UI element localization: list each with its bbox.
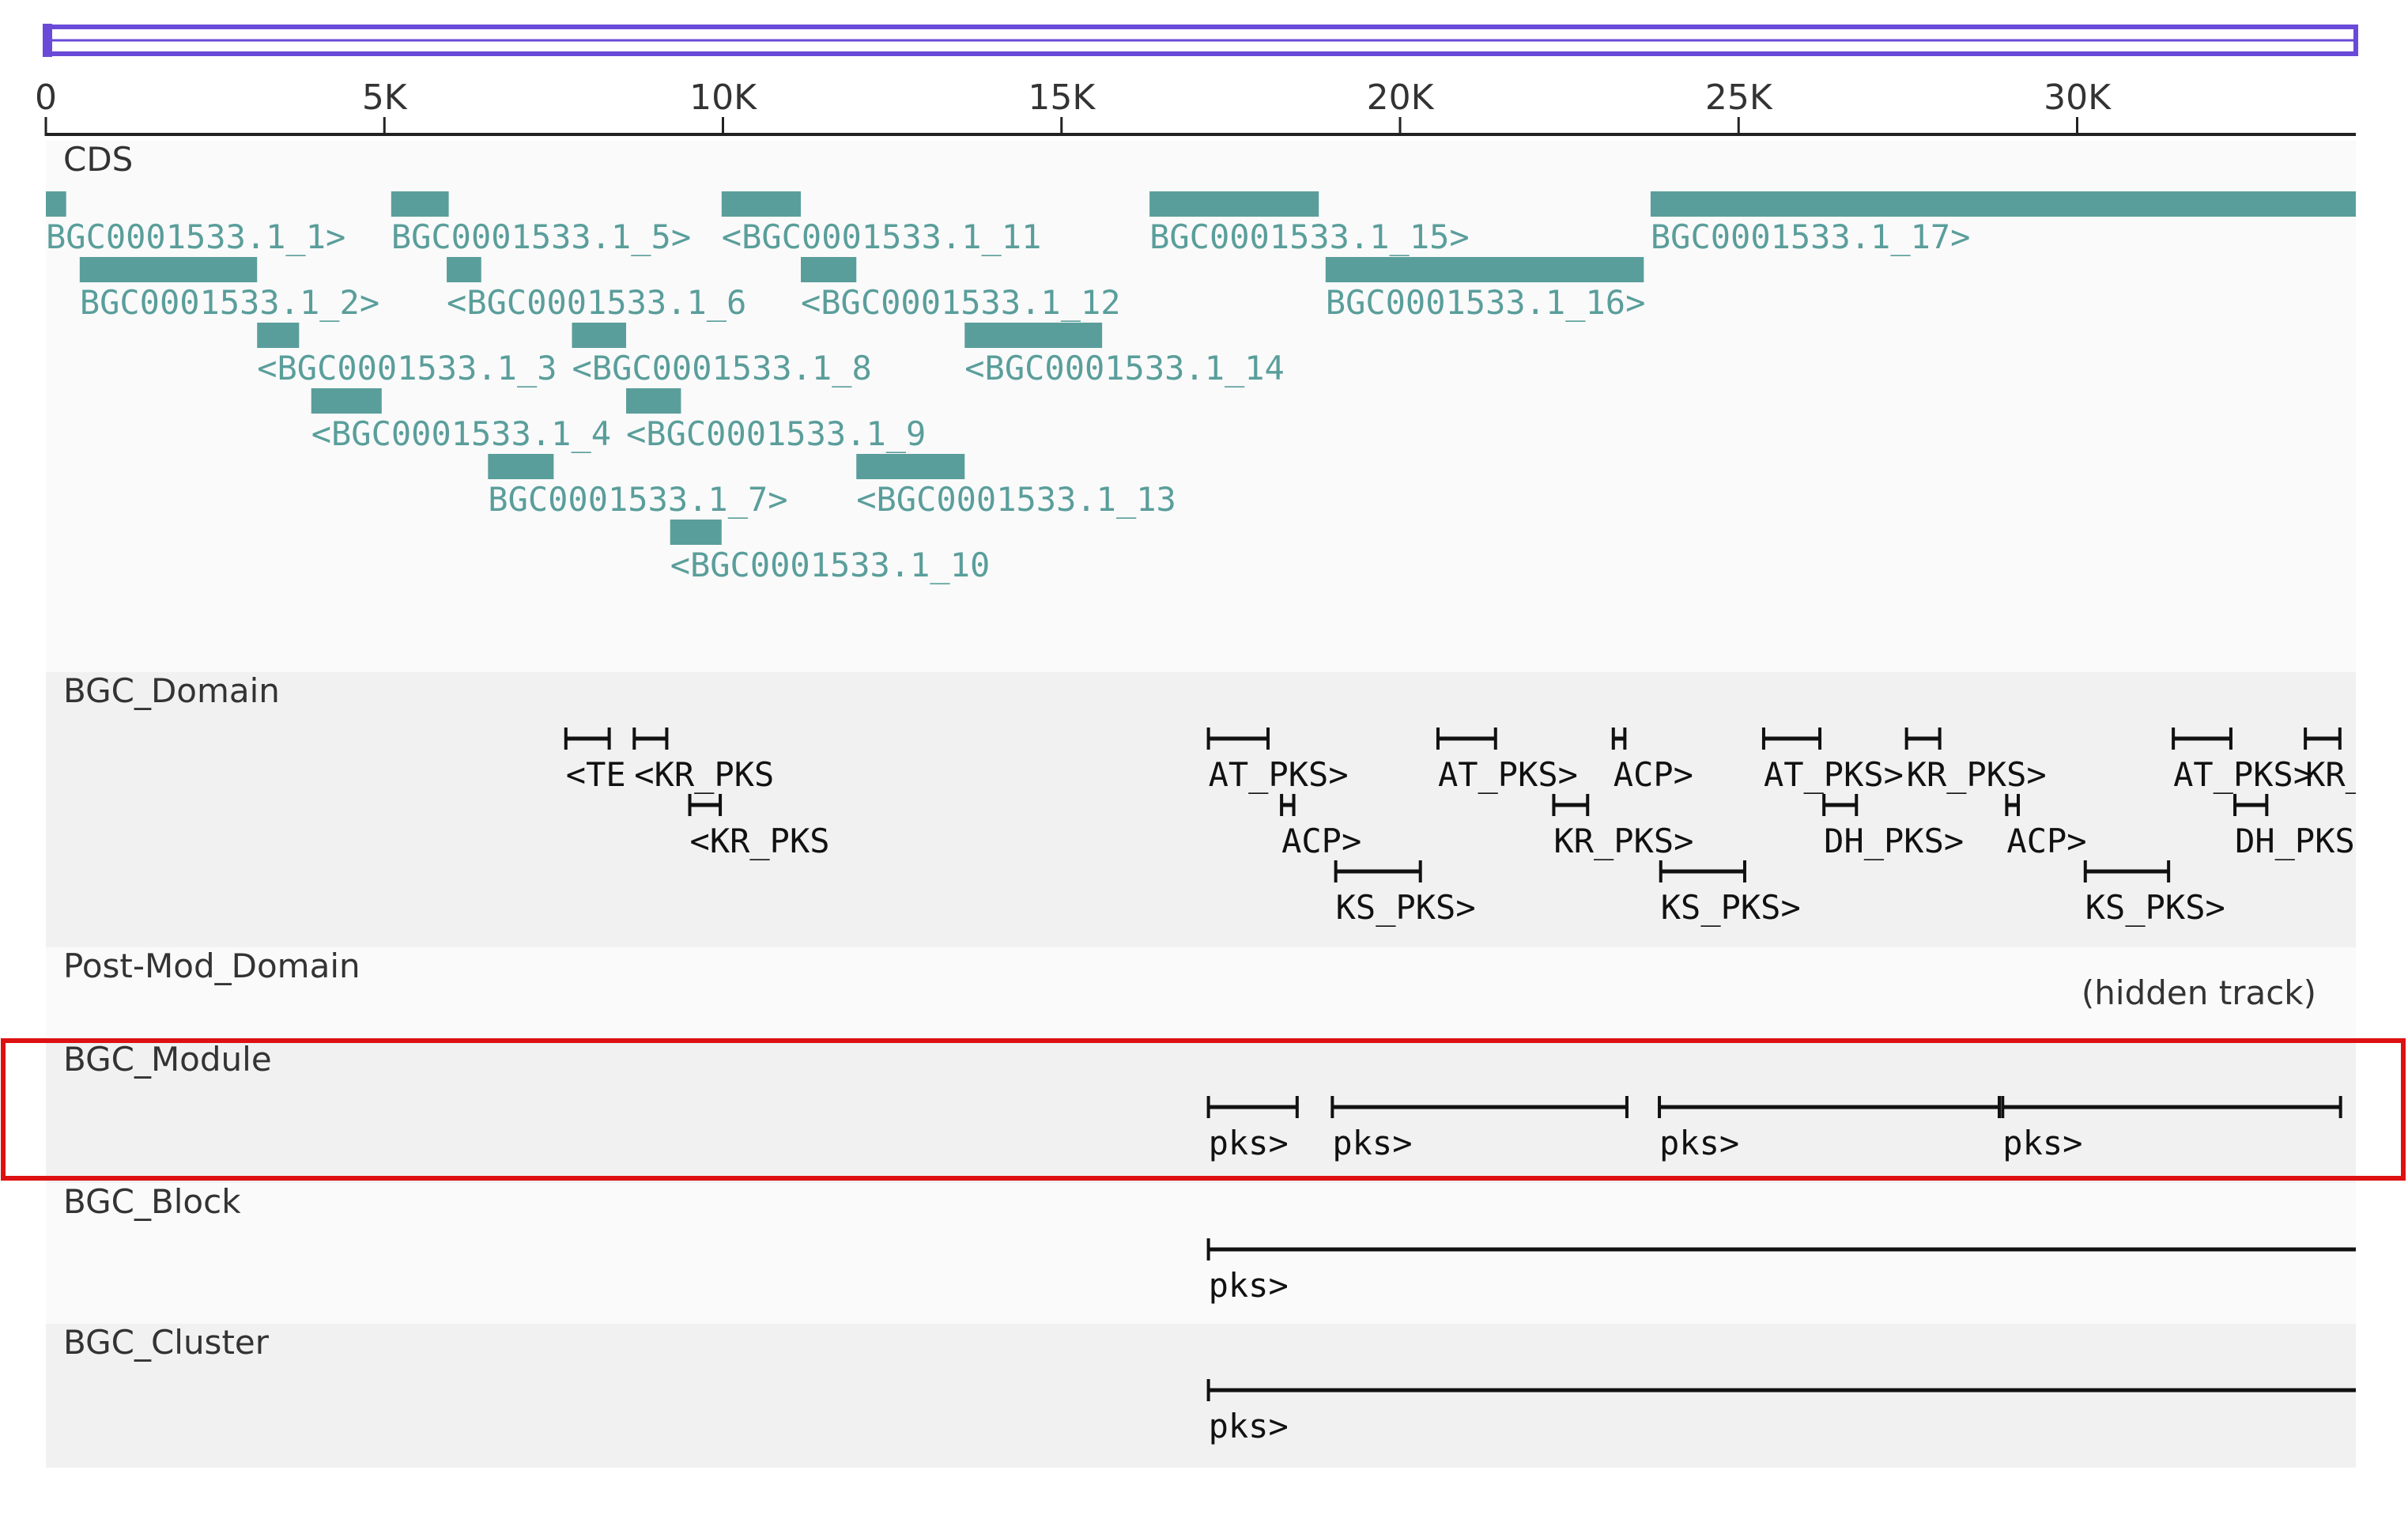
ruler-tick-label: 5K: [362, 77, 408, 118]
cds-feature-label[interactable]: BGC0001533.1_7>: [488, 480, 787, 519]
track-label[interactable]: Post-Mod_Domain: [63, 947, 360, 985]
ruler-tick-label: 0: [35, 77, 57, 118]
cds-feature[interactable]: [721, 191, 801, 217]
cds-feature-label[interactable]: <BGC0001533.1_9: [626, 414, 926, 453]
feature-label[interactable]: AT_PKS>: [1209, 755, 1349, 794]
track-label[interactable]: BGC_Cluster: [63, 1323, 270, 1362]
feature-label[interactable]: ACP>: [1614, 755, 1693, 794]
cds-feature[interactable]: [572, 323, 627, 348]
track-post-mod-domain-bg: [46, 947, 2356, 1041]
feature-label[interactable]: pks>: [1209, 1407, 1289, 1446]
cds-feature-label[interactable]: <BGC0001533.1_11: [722, 217, 1042, 256]
cds-feature[interactable]: [447, 257, 481, 282]
cds-feature-label[interactable]: BGC0001533.1_15>: [1149, 217, 1470, 256]
cds-feature-label[interactable]: BGC0001533.1_16>: [1326, 283, 1646, 322]
feature-label[interactable]: <KR_PKS: [690, 822, 830, 860]
track-label[interactable]: BGC_Domain: [63, 671, 280, 710]
track-bgc-domain-bg: [46, 672, 2356, 947]
feature-label[interactable]: pks>: [1209, 1266, 1289, 1305]
cds-feature-label[interactable]: BGC0001533.1_17>: [1651, 217, 1971, 256]
track-bgc-block-bg: [46, 1183, 2356, 1324]
track-label[interactable]: CDS: [63, 140, 133, 179]
genome-track-canvas[interactable]: 0 5K 10K 15K 20K 25K 30K CDS BGC0001533.1_1> BGC0…: [0, 0, 2408, 1520]
ruler-tick-label: 10K: [689, 77, 757, 118]
feature-label[interactable]: pks>: [1659, 1124, 1739, 1162]
feature-label[interactable]: AT_PKS>: [1438, 755, 1578, 794]
feature-label[interactable]: DH_PKS>: [1824, 822, 1964, 860]
cds-feature-label[interactable]: BGC0001533.1_1>: [46, 217, 345, 256]
track-label[interactable]: BGC_Module: [63, 1040, 272, 1079]
cds-feature[interactable]: [1325, 257, 1644, 282]
feature-label[interactable]: <TE: [566, 755, 626, 794]
feature-label[interactable]: pks>: [1332, 1124, 1412, 1162]
cds-feature-label[interactable]: <BGC0001533.1_12: [801, 283, 1121, 322]
ruler-tick-label: 15K: [1028, 77, 1096, 118]
cds-feature[interactable]: [46, 191, 66, 217]
cds-feature-label[interactable]: <BGC0001533.1_3: [257, 349, 557, 387]
cds-feature[interactable]: [626, 388, 681, 414]
feature-label[interactable]: KS_PKS>: [2085, 888, 2225, 927]
cds-feature-label[interactable]: <BGC0001533.1_8: [572, 349, 872, 387]
overview-left-handle[interactable]: [43, 24, 52, 57]
feature-label[interactable]: KS_PKS>: [1661, 888, 1801, 927]
feature-label[interactable]: pks>: [1209, 1124, 1289, 1162]
track-label[interactable]: BGC_Block: [63, 1182, 241, 1221]
cds-feature[interactable]: [257, 323, 300, 348]
cds-feature[interactable]: [964, 323, 1103, 348]
cds-feature[interactable]: [856, 454, 965, 479]
track-bgc-cluster-bg: [46, 1324, 2356, 1468]
feature-label[interactable]: AT_PKS>: [2173, 755, 2313, 794]
cds-feature[interactable]: [670, 520, 722, 545]
ruler-tick-label: 25K: [1705, 77, 1773, 118]
ruler-tick-label: 30K: [2044, 77, 2112, 118]
feature-label[interactable]: KR_PKS>: [1907, 755, 2047, 794]
feature-label[interactable]: AT_PKS>: [1764, 755, 1904, 794]
cds-feature[interactable]: [391, 191, 449, 217]
cds-feature[interactable]: [1650, 191, 2356, 217]
feature-label[interactable]: ACP>: [2006, 822, 2086, 860]
feature-label[interactable]: DH_PKS>: [2235, 822, 2375, 860]
cds-feature-label[interactable]: <BGC0001533.1_10: [670, 546, 991, 584]
hidden-track-note: (hidden track): [2082, 973, 2316, 1012]
cds-feature-label[interactable]: BGC0001533.1_2>: [80, 283, 379, 322]
cds-feature[interactable]: [800, 257, 857, 282]
cds-feature[interactable]: [1149, 191, 1319, 217]
cds-feature-label[interactable]: <BGC0001533.1_6: [447, 283, 746, 322]
feature-label[interactable]: KR_PKS>: [1553, 822, 1693, 860]
feature-label[interactable]: <KR_PKS: [634, 755, 774, 794]
cds-feature-label[interactable]: <BGC0001533.1_14: [964, 349, 1285, 387]
cds-feature[interactable]: [311, 388, 382, 414]
cds-feature-label[interactable]: BGC0001533.1_5>: [391, 217, 691, 256]
feature-label[interactable]: KS_PKS>: [1336, 888, 1476, 927]
cds-feature[interactable]: [79, 257, 258, 282]
ruler-tick-label: 20K: [1367, 77, 1435, 118]
right-margin-mask: [2356, 134, 2408, 1520]
cds-feature-label[interactable]: <BGC0001533.1_4: [311, 414, 611, 453]
feature-label[interactable]: ACP>: [1281, 822, 1361, 860]
cds-feature[interactable]: [488, 454, 554, 479]
cds-feature-label[interactable]: <BGC0001533.1_13: [856, 480, 1176, 519]
genome-browser-view: 0 5K 10K 15K 20K 25K 30K CDS BGC0001533.1_1> BGC0…: [0, 0, 2408, 1520]
feature-label[interactable]: pks>: [2002, 1124, 2082, 1162]
